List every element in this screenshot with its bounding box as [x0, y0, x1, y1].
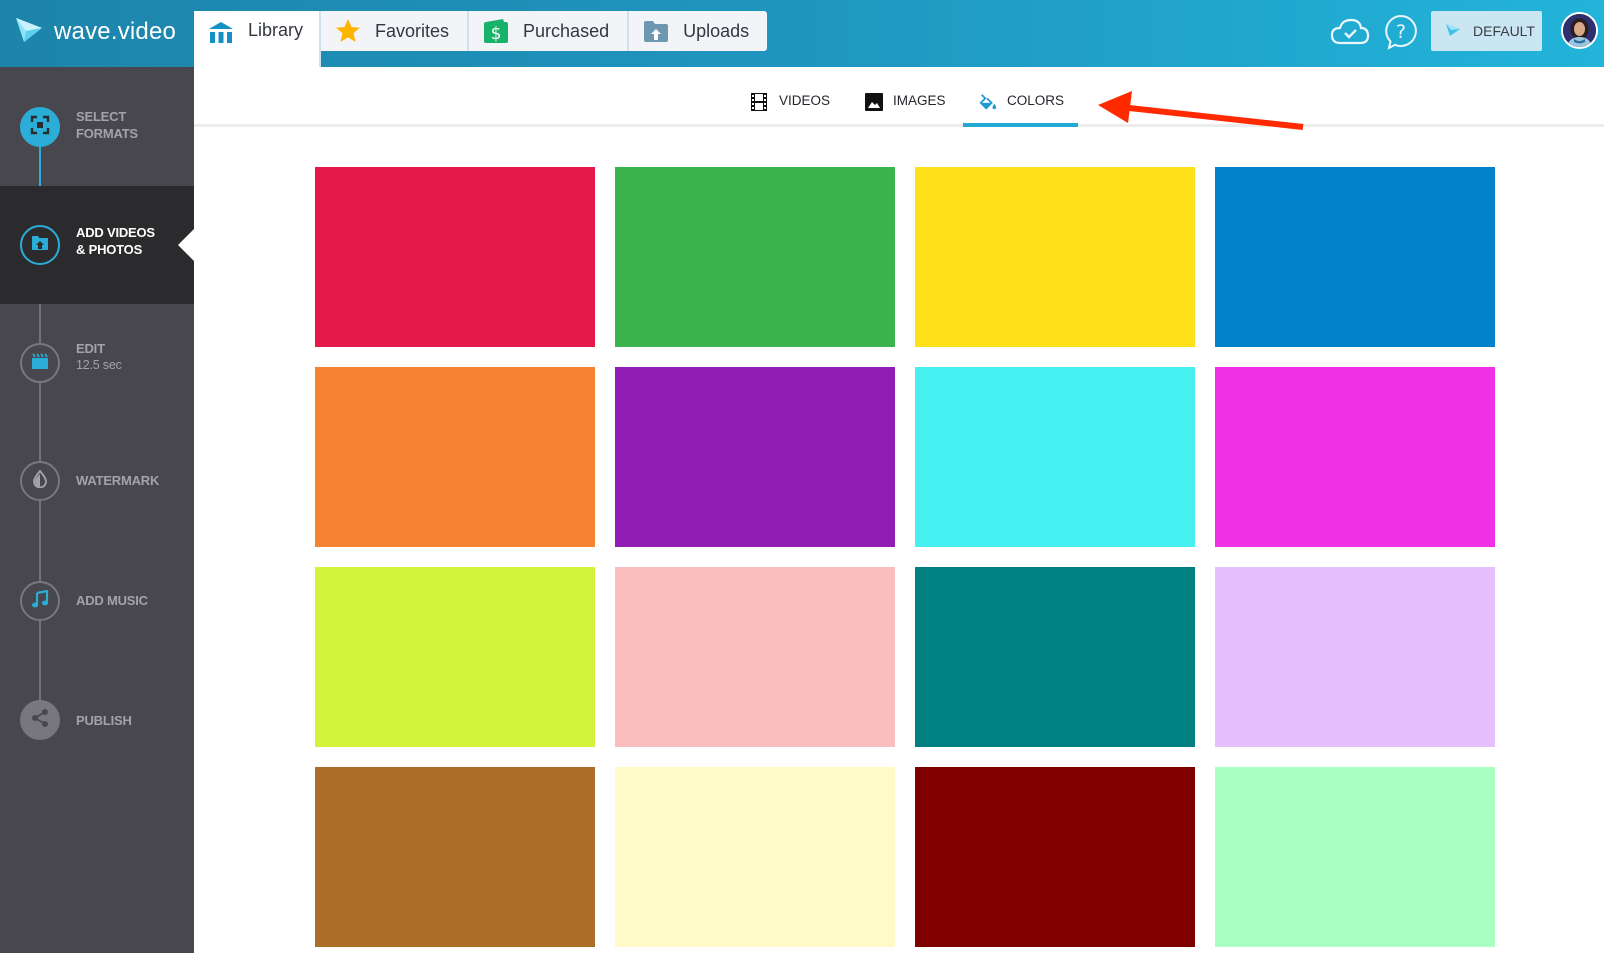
- workflow-sidebar: SELECT FORMATS ADD VIDEOS & PHOTOS EDIT …: [0, 67, 194, 953]
- step-label: WATERMARK: [76, 473, 160, 488]
- color-swatch[interactable]: [315, 367, 595, 547]
- library-tabs: Library Favorites $ Purchased Uploads: [194, 11, 768, 67]
- tab-purchased[interactable]: $ Purchased: [469, 11, 630, 51]
- svg-text:?: ?: [1396, 21, 1406, 43]
- music-note-icon: [31, 589, 49, 613]
- app-logo[interactable]: wave.video: [14, 14, 176, 50]
- color-swatch[interactable]: [915, 367, 1195, 547]
- color-swatch[interactable]: [915, 767, 1195, 947]
- brand-logo-icon: [1445, 23, 1461, 40]
- active-step-pointer: [178, 229, 194, 261]
- color-swatch[interactable]: [315, 767, 595, 947]
- brand-kit-default-button[interactable]: DEFAULT: [1431, 11, 1542, 51]
- media-type-tabs: VIDEOS IMAGES COLORS: [194, 67, 1604, 127]
- color-swatch[interactable]: [915, 567, 1195, 747]
- color-swatch[interactable]: [1215, 167, 1495, 347]
- color-swatch[interactable]: [615, 567, 895, 747]
- color-swatch[interactable]: [615, 167, 895, 347]
- paint-bucket-icon: [979, 93, 997, 111]
- folder-upload-icon: [31, 235, 49, 256]
- cloud-sync-button[interactable]: [1330, 15, 1370, 49]
- tab-favorites[interactable]: Favorites: [321, 11, 470, 51]
- tab-label: COLORS: [1007, 93, 1065, 108]
- tab-videos[interactable]: VIDEOS: [735, 93, 846, 127]
- step-circle: [20, 581, 60, 621]
- clapperboard-icon: [31, 352, 49, 375]
- color-swatch-grid: [315, 167, 1495, 947]
- color-swatch[interactable]: [315, 567, 595, 747]
- step-circle: [20, 343, 60, 383]
- tab-label: Favorites: [375, 20, 450, 41]
- library-icon: [208, 20, 234, 46]
- color-swatch[interactable]: [615, 767, 895, 947]
- step-circle: [20, 107, 60, 147]
- tab-label: Purchased: [523, 20, 610, 41]
- edit-duration: 12.5 sec: [76, 358, 122, 372]
- share-icon: [30, 708, 50, 733]
- step-circle: [20, 225, 60, 265]
- star-icon: [335, 18, 361, 44]
- step-circle: [20, 700, 60, 740]
- top-header: wave.video Library Favorites $ Purchased…: [0, 0, 1604, 67]
- step-label: ADD MUSIC: [76, 593, 148, 608]
- user-avatar[interactable]: [1561, 12, 1598, 49]
- color-swatch[interactable]: [1215, 767, 1495, 947]
- step-label: SELECT FORMATS: [76, 109, 138, 141]
- tab-library[interactable]: Library: [194, 11, 321, 67]
- tab-uploads[interactable]: Uploads: [629, 11, 768, 51]
- color-swatch[interactable]: [1215, 367, 1495, 547]
- step-circle: [20, 461, 60, 501]
- logo-text: wave.video: [54, 18, 177, 45]
- watermark-drop-icon: [33, 469, 47, 493]
- tab-label: IMAGES: [893, 93, 946, 108]
- tab-label: Library: [248, 20, 304, 40]
- step-watermark[interactable]: WATERMARK: [0, 423, 194, 541]
- color-swatch[interactable]: [315, 167, 595, 347]
- select-formats-icon: [30, 115, 50, 140]
- color-swatch[interactable]: [915, 167, 1195, 347]
- film-icon: [751, 93, 769, 111]
- image-icon: [865, 93, 883, 111]
- step-add-videos-photos[interactable]: ADD VIDEOS & PHOTOS: [0, 186, 194, 304]
- help-question-icon: ?: [1384, 14, 1418, 54]
- help-button[interactable]: ?: [1384, 14, 1418, 50]
- brand-kit-label: DEFAULT: [1473, 23, 1535, 39]
- step-edit[interactable]: EDIT 12.5 sec: [0, 304, 194, 422]
- color-swatch[interactable]: [615, 367, 895, 547]
- purchased-dollar-icon: $: [483, 18, 509, 44]
- color-swatch[interactable]: [1215, 567, 1495, 747]
- step-label: PUBLISH: [76, 713, 132, 728]
- tab-label: VIDEOS: [779, 93, 831, 108]
- upload-folder-icon: [643, 18, 669, 44]
- step-add-music[interactable]: ADD MUSIC: [0, 542, 194, 660]
- tab-label: Uploads: [683, 20, 750, 41]
- step-label: ADD VIDEOS & PHOTOS: [76, 225, 155, 257]
- step-label: EDIT 12.5 sec: [76, 341, 122, 372]
- tab-colors[interactable]: COLORS: [963, 93, 1078, 127]
- cloud-check-icon: [1330, 18, 1370, 53]
- wave-video-logo-icon: [14, 15, 44, 50]
- tab-images[interactable]: IMAGES: [849, 93, 962, 127]
- step-select-formats[interactable]: SELECT FORMATS: [0, 67, 194, 185]
- step-publish[interactable]: PUBLISH: [0, 661, 194, 779]
- svg-text:$: $: [491, 24, 502, 44]
